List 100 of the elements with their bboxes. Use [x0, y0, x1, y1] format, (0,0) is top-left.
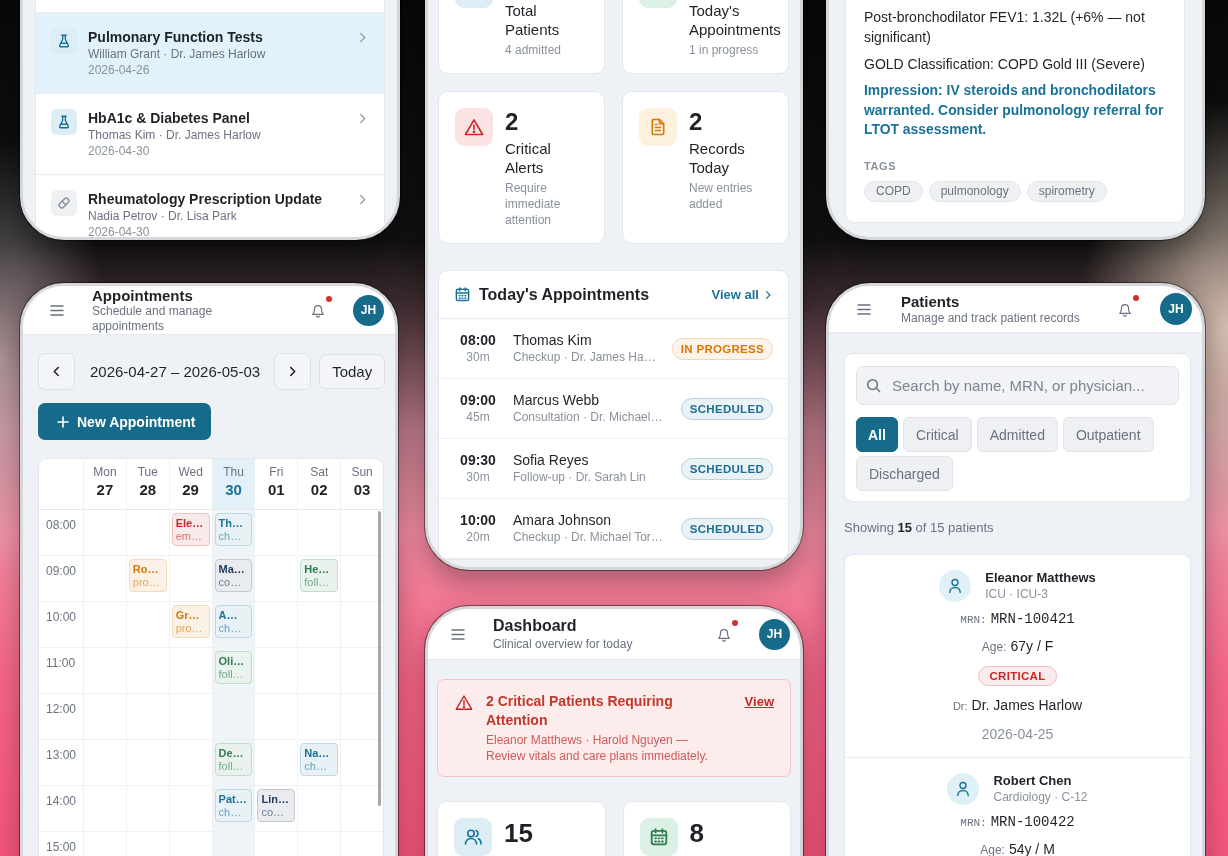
- status-badge: SCHEDULED: [680, 457, 773, 480]
- filter-chip[interactable]: Outpatient: [1062, 417, 1154, 452]
- day-name: Sat: [310, 465, 329, 480]
- today-button[interactable]: Today: [319, 354, 386, 389]
- view-all-link[interactable]: View all: [711, 287, 771, 302]
- menu-icon[interactable]: [857, 303, 871, 315]
- patient-name: Thomas Kim: [513, 332, 592, 349]
- day-date: 29: [182, 480, 199, 499]
- stat-value: 2: [505, 108, 519, 136]
- appointment-time: 09:30: [460, 452, 496, 469]
- day-name: Thu: [223, 465, 244, 480]
- filter-chip[interactable]: Discharged: [856, 456, 953, 491]
- calendar-event[interactable]: De… foll…: [214, 743, 253, 776]
- flask-icon: [51, 109, 77, 135]
- person-icon: [947, 773, 980, 805]
- calendar-event[interactable]: Lin… co…: [257, 789, 296, 822]
- record-date: 2026-04-25: [981, 726, 1054, 742]
- order-row[interactable]: Rheumatology Prescription Update Nadia Petrov · Dr. Lisa Park 2026-04-30: [36, 174, 384, 237]
- stat-label: Total Patients: [505, 1, 560, 39]
- bell-icon[interactable]: [1118, 301, 1132, 317]
- calendar-event[interactable]: A… ch…: [214, 605, 253, 638]
- filter-chip[interactable]: All: [856, 417, 898, 452]
- patient-location: Cardiology · C-12: [993, 789, 1088, 805]
- calendar-event[interactable]: Gr… pro…: [171, 605, 210, 638]
- chevron-right-icon: [289, 366, 297, 377]
- order-row[interactable]: HbA1c & Diabetes Panel Thomas Kim · Dr. James Harlow 2026-04-30: [36, 93, 384, 174]
- mrn-label: MRN:: [960, 816, 987, 831]
- document-icon: [639, 108, 677, 146]
- day-date: 03: [353, 480, 371, 499]
- chevron-right-icon: [765, 289, 771, 300]
- appointment-duration: 30m: [466, 469, 490, 485]
- tags-label: TAGS: [864, 158, 898, 173]
- calendar-event[interactable]: Oli… foll…: [214, 651, 253, 684]
- user-avatar[interactable]: JH: [1160, 293, 1192, 325]
- mrn-value: MRN-100422: [990, 814, 1075, 830]
- search-field[interactable]: Search by name, MRN, or physician...: [856, 366, 1179, 405]
- appointment-detail: Follow-up · Dr. Sarah Lin: [513, 469, 646, 485]
- day-name: Tue: [137, 465, 158, 480]
- view-link[interactable]: View: [744, 692, 774, 711]
- appointment-detail: Consultation · Dr. Michael…: [513, 409, 663, 425]
- patient-name: Amara Johnson: [513, 512, 612, 529]
- menu-icon[interactable]: [451, 628, 465, 640]
- search-icon: [866, 378, 881, 393]
- page-title: Patients: [901, 292, 961, 311]
- page-title: Appointments: [92, 286, 194, 304]
- card-title: Today's Appointments: [479, 285, 650, 304]
- menu-icon[interactable]: [50, 304, 64, 316]
- status-badge: CRITICAL: [978, 666, 1057, 686]
- stat-note: 1 in progress: [689, 42, 759, 58]
- calendar-event[interactable]: Th… ch…: [214, 513, 253, 546]
- order-date: 2026-04-26: [88, 62, 151, 78]
- calendar-event[interactable]: Na… ch…: [300, 743, 339, 776]
- day-name: Sun: [351, 465, 373, 480]
- appointment-duration: 20m: [466, 529, 490, 545]
- order-date: 2026-04-30: [88, 143, 151, 159]
- filter-chip[interactable]: Critical: [902, 417, 972, 452]
- plus-icon: [57, 415, 69, 428]
- page-subtitle: Schedule and manage appointments: [92, 303, 214, 334]
- status-badge: SCHEDULED: [680, 397, 773, 420]
- day-date: 28: [139, 480, 157, 499]
- age-label: Age:: [980, 843, 1005, 856]
- calendar-event[interactable]: Ro… pro…: [128, 559, 167, 592]
- patient-location: ICU · ICU-3: [985, 586, 1049, 602]
- tag-chip[interactable]: COPD: [864, 180, 923, 202]
- chevron-right-icon: [359, 113, 366, 124]
- filter-chip[interactable]: Admitted: [976, 417, 1058, 452]
- patient-name: Sofia Reyes: [513, 452, 589, 469]
- order-date: 2026-04-30: [88, 224, 151, 237]
- user-avatar[interactable]: JH: [353, 294, 384, 326]
- day-name: Fri: [269, 465, 284, 480]
- time-label: 15:00: [45, 839, 78, 856]
- time-label: 08:00: [45, 517, 78, 534]
- time-label: 14:00: [45, 793, 78, 810]
- calendar-event[interactable]: Pat… ch…: [214, 789, 253, 822]
- finding-text: Post-bronchodilator FEV1: 1.32L (+6% — not significant): [864, 8, 1146, 47]
- patient-name: Eleanor Matthews: [985, 570, 1096, 586]
- order-row[interactable]: Pulmonary Function Tests William Grant · Dr. James Harlow 2026-04-26: [36, 12, 384, 93]
- physician-label: Dr:: [952, 699, 968, 714]
- appointment-time: 09:00: [460, 392, 496, 409]
- stat-value: 15: [504, 818, 533, 848]
- alert-body: Eleanor Matthews · Harold Nguyen — Review vitals and care plans immediately.: [486, 732, 709, 764]
- calendar-event[interactable]: He… foll…: [300, 559, 339, 592]
- tag-chip[interactable]: pulmonology: [928, 180, 1021, 202]
- time-label: 09:00: [45, 563, 78, 580]
- new-appointment-button[interactable]: New Appointment: [38, 403, 212, 440]
- person-icon: [939, 570, 972, 602]
- page-subtitle: Clinical overview for today: [493, 636, 633, 652]
- tag-chip[interactable]: spirometry: [1026, 180, 1107, 202]
- chevron-left-icon: [53, 366, 60, 377]
- calendar-event[interactable]: Ele… em…: [171, 513, 210, 546]
- bell-icon[interactable]: [717, 626, 731, 642]
- mrn-value: MRN-100421: [990, 611, 1075, 627]
- physician-name: Dr. James Harlow: [971, 697, 1083, 713]
- bell-icon[interactable]: [311, 302, 325, 318]
- calendar-event[interactable]: Ma… co…: [214, 559, 253, 592]
- scrollbar-thumb[interactable]: [378, 511, 381, 806]
- day-name: Mon: [93, 465, 117, 480]
- calendar-icon: [455, 287, 470, 302]
- user-avatar[interactable]: JH: [759, 618, 790, 650]
- appointment-duration: 30m: [466, 349, 490, 365]
